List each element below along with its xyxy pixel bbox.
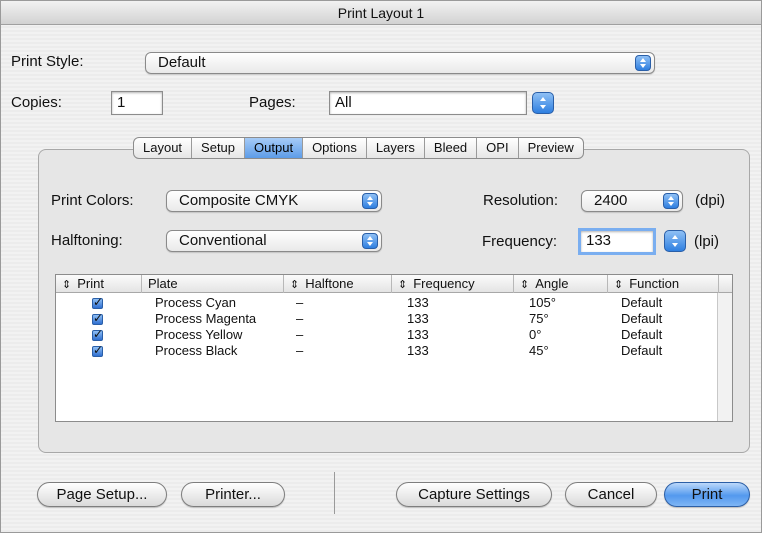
print-style-label: Print Style: xyxy=(11,53,84,70)
resolution-label: Resolution: xyxy=(483,192,559,209)
print-checkbox[interactable] xyxy=(92,294,103,310)
printer-button[interactable]: Printer... xyxy=(181,482,285,507)
print-style-popup[interactable]: Default xyxy=(145,52,655,74)
frequency-cell: 133 xyxy=(407,311,429,326)
print-checkbox[interactable] xyxy=(92,326,103,342)
column-header-function[interactable]: ⇕ Function xyxy=(608,275,719,293)
pages-label: Pages: xyxy=(249,94,296,111)
print-checkbox[interactable] xyxy=(92,310,103,326)
print-style-value: Default xyxy=(158,54,206,71)
tab-bleed[interactable]: Bleed xyxy=(425,138,478,158)
table-row[interactable]: Process Cyan – 133 105° Default xyxy=(56,294,719,311)
table-row[interactable]: Process Black – 133 45° Default xyxy=(56,342,719,359)
halftone-cell: – xyxy=(296,311,304,326)
plate-cell: Process Yellow xyxy=(155,327,243,342)
sort-arrows-icon: ⇕ xyxy=(398,279,408,291)
tab-opi[interactable]: OPI xyxy=(477,138,519,158)
function-cell: Default xyxy=(621,327,663,342)
pages-popup-button[interactable] xyxy=(532,92,554,114)
popup-arrows-icon xyxy=(663,193,679,209)
capture-settings-button[interactable]: Capture Settings xyxy=(396,482,552,507)
tab-layers[interactable]: Layers xyxy=(367,138,425,158)
cancel-button[interactable]: Cancel xyxy=(565,482,657,507)
angle-cell: 105° xyxy=(529,295,556,310)
halftoning-popup[interactable]: Conventional xyxy=(166,230,382,252)
sort-arrows-icon: ⇕ xyxy=(520,279,530,291)
function-cell: Default xyxy=(621,343,663,358)
pages-field[interactable]: All xyxy=(329,91,527,115)
column-header-print[interactable]: ⇕ Print xyxy=(56,275,142,293)
column-header-plate[interactable]: Plate xyxy=(142,275,284,293)
frequency-cell: 133 xyxy=(407,327,429,342)
table-scrollbar[interactable] xyxy=(717,293,732,421)
sort-arrows-icon: ⇕ xyxy=(290,279,300,291)
column-header-frequency[interactable]: ⇕ Frequency xyxy=(392,275,514,293)
halftone-cell: – xyxy=(296,327,304,342)
popup-arrows-icon xyxy=(635,55,651,71)
tab-preview[interactable]: Preview xyxy=(519,138,583,158)
frequency-popup-button[interactable] xyxy=(664,230,686,252)
plate-cell: Process Cyan xyxy=(155,295,236,310)
column-header-halftone[interactable]: ⇕ Halftone xyxy=(284,275,392,293)
function-cell: Default xyxy=(621,295,663,310)
angle-cell: 45° xyxy=(529,343,549,358)
resolution-value: 2400 xyxy=(594,192,628,209)
page-setup-button[interactable]: Page Setup... xyxy=(37,482,167,507)
angle-cell: 75° xyxy=(529,311,549,326)
angle-cell: 0° xyxy=(529,327,542,342)
print-layout-dialog: Print Layout 1 Print Style: Default Copi… xyxy=(0,0,762,533)
print-button[interactable]: Print xyxy=(664,482,750,507)
copies-field[interactable]: 1 xyxy=(111,91,163,115)
print-colors-value: Composite CMYK xyxy=(179,192,299,209)
popup-arrows-icon xyxy=(362,233,378,249)
halftone-cell: – xyxy=(296,295,304,310)
popup-arrows-icon xyxy=(362,193,378,209)
frequency-cell: 133 xyxy=(407,295,429,310)
resolution-unit: (dpi) xyxy=(695,192,726,209)
plate-cell: Process Magenta xyxy=(155,311,257,326)
halftoning-value: Conventional xyxy=(179,232,267,249)
print-checkbox[interactable] xyxy=(92,342,103,358)
tab-options[interactable]: Options xyxy=(303,138,367,158)
copies-label: Copies: xyxy=(11,94,62,111)
table-row[interactable]: Process Yellow – 133 0° Default xyxy=(56,326,719,343)
halftoning-label: Halftoning: xyxy=(51,232,123,249)
print-colors-popup[interactable]: Composite CMYK xyxy=(166,190,382,212)
frequency-unit: (lpi) xyxy=(694,233,719,250)
plate-cell: Process Black xyxy=(155,343,238,358)
tab-output[interactable]: Output xyxy=(245,138,304,158)
plates-table: ⇕ Print Plate ⇕ Halftone ⇕ Frequency ⇕ Angle… xyxy=(55,274,733,422)
sort-arrows-icon: ⇕ xyxy=(614,279,624,291)
tab-bar: Layout Setup Output Options Layers Bleed… xyxy=(133,137,584,159)
tab-layout[interactable]: Layout xyxy=(134,138,193,158)
frequency-field[interactable]: 133 xyxy=(578,228,656,255)
table-header: ⇕ Print Plate ⇕ Halftone ⇕ Frequency ⇕ Angle… xyxy=(56,275,732,293)
table-row[interactable]: Process Magenta – 133 75° Default xyxy=(56,310,719,327)
frequency-cell: 133 xyxy=(407,343,429,358)
column-header-angle[interactable]: ⇕ Angle xyxy=(514,275,608,293)
window-title: Print Layout 1 xyxy=(1,1,761,25)
sort-arrows-icon: ⇕ xyxy=(62,279,72,291)
tab-setup[interactable]: Setup xyxy=(192,138,246,158)
frequency-label: Frequency: xyxy=(482,233,558,250)
function-cell: Default xyxy=(621,311,663,326)
print-colors-label: Print Colors: xyxy=(51,192,134,209)
halftone-cell: – xyxy=(296,343,304,358)
resolution-popup[interactable]: 2400 xyxy=(581,190,683,212)
button-divider xyxy=(334,472,335,514)
